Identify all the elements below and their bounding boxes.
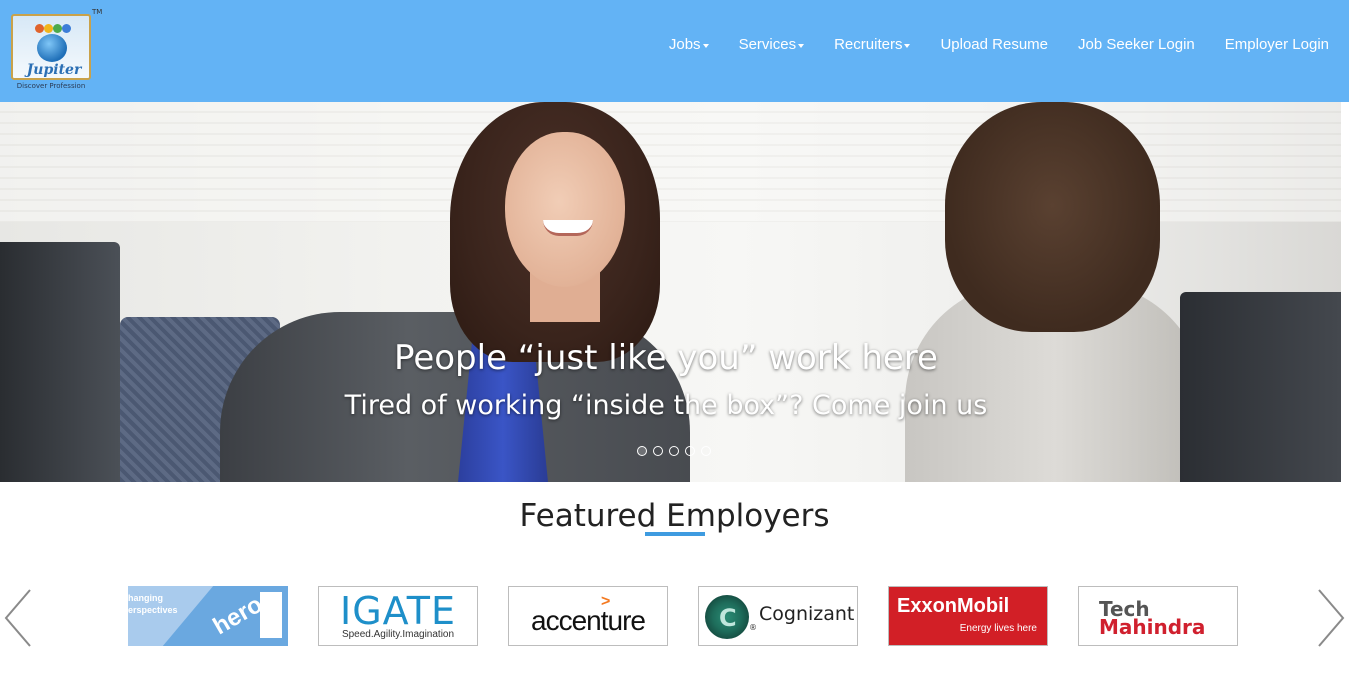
igate-tagline: Speed.Agility.Imagination bbox=[341, 629, 455, 640]
chevron-right-icon bbox=[1318, 589, 1345, 647]
nav-services-label: Services bbox=[738, 36, 797, 53]
nav-upload-resume[interactable]: Upload Resume bbox=[940, 36, 1048, 53]
employer-logo-hero[interactable]: hanging erspectives hero bbox=[128, 586, 288, 646]
igate-wordmark: IGATE bbox=[340, 589, 456, 633]
employer-logo-tech-mahindra[interactable]: Tech Mahindra bbox=[1078, 586, 1238, 646]
tech-mahindra-word-2: Mahindra bbox=[1099, 615, 1206, 639]
hero-logo-tagline: hanging erspectives bbox=[128, 592, 178, 616]
logo-wordmark: Jupiter bbox=[26, 62, 82, 78]
nav-upload-resume-label: Upload Resume bbox=[940, 36, 1049, 53]
hero-logo-tagline-line: erspectives bbox=[128, 605, 178, 615]
hero-edge bbox=[1341, 102, 1349, 482]
nav-employer-login-label: Employer Login bbox=[1224, 36, 1329, 53]
nav-recruiters-label: Recruiters bbox=[834, 36, 903, 53]
hero-subtitle: Tired of working “inside the box”? Come … bbox=[344, 390, 988, 421]
hero-monitor-right bbox=[1180, 292, 1341, 482]
carousel-indicators bbox=[637, 446, 711, 456]
cognizant-letter-mark: C bbox=[719, 604, 737, 632]
globe-icon bbox=[37, 34, 67, 62]
nav-jobs-label: Jobs bbox=[668, 36, 701, 53]
caret-down-icon bbox=[702, 43, 709, 48]
nav-services[interactable]: Services bbox=[739, 36, 805, 53]
main-nav: Jobs Services Recruiters Upload Resume J… bbox=[669, 36, 1329, 53]
nav-job-seeker-login-label: Job Seeker Login bbox=[1078, 36, 1195, 53]
carousel-dot[interactable] bbox=[701, 446, 711, 456]
employer-logo-accenture[interactable]: > accenture bbox=[508, 586, 668, 646]
employer-logo-cognizant[interactable]: C ® Cognizant bbox=[698, 586, 858, 646]
exxonmobil-wordmark: ExxonMobil bbox=[897, 595, 1010, 617]
registered-mark: ® bbox=[749, 623, 757, 632]
hero-title: People “just like you” work here bbox=[394, 338, 938, 378]
chevron-left-icon bbox=[4, 589, 31, 647]
carousel-dot[interactable] bbox=[669, 446, 679, 456]
accenture-wordmark: accenture bbox=[531, 605, 646, 636]
prev-employers-button[interactable] bbox=[2, 588, 36, 648]
caret-down-icon bbox=[798, 43, 805, 48]
nav-recruiters[interactable]: Recruiters bbox=[834, 36, 911, 53]
hero-man-hair bbox=[945, 102, 1160, 332]
exxonmobil-tagline: Energy lives here bbox=[959, 623, 1037, 634]
nav-job-seeker-login[interactable]: Job Seeker Login bbox=[1078, 36, 1195, 53]
carousel-dot[interactable] bbox=[637, 446, 647, 456]
hero-woman-face bbox=[505, 132, 625, 287]
cognizant-globe-icon: C bbox=[705, 595, 749, 639]
logo-frame: Jupiter bbox=[11, 14, 91, 80]
caret-down-icon bbox=[904, 43, 911, 48]
hero-logo-tagline-line: hanging bbox=[128, 593, 163, 603]
logo-tagline: Discover Profession bbox=[16, 82, 86, 90]
trademark-mark: TM bbox=[92, 8, 103, 16]
featured-employers-title: Featured Employers bbox=[519, 498, 830, 534]
employer-logo-exxonmobil[interactable]: ExxonMobil Energy lives here bbox=[888, 586, 1048, 646]
site-logo[interactable]: Jupiter TM Discover Profession bbox=[10, 8, 102, 94]
nav-employer-login[interactable]: Employer Login bbox=[1225, 36, 1329, 53]
employer-logo-strip: hanging erspectives hero IGATE Speed.Agi… bbox=[128, 586, 1238, 646]
carousel-dot[interactable] bbox=[685, 446, 695, 456]
hero-carousel[interactable]: People “just like you” work here Tired o… bbox=[0, 102, 1341, 482]
next-employers-button[interactable] bbox=[1313, 588, 1347, 648]
cognizant-wordmark: Cognizant bbox=[759, 603, 855, 625]
title-underline bbox=[645, 532, 705, 536]
employer-logo-igate[interactable]: IGATE Speed.Agility.Imagination bbox=[318, 586, 478, 646]
carousel-dot[interactable] bbox=[653, 446, 663, 456]
nav-jobs[interactable]: Jobs bbox=[669, 36, 709, 53]
site-header: Jupiter TM Discover Profession Jobs Serv… bbox=[0, 0, 1349, 102]
